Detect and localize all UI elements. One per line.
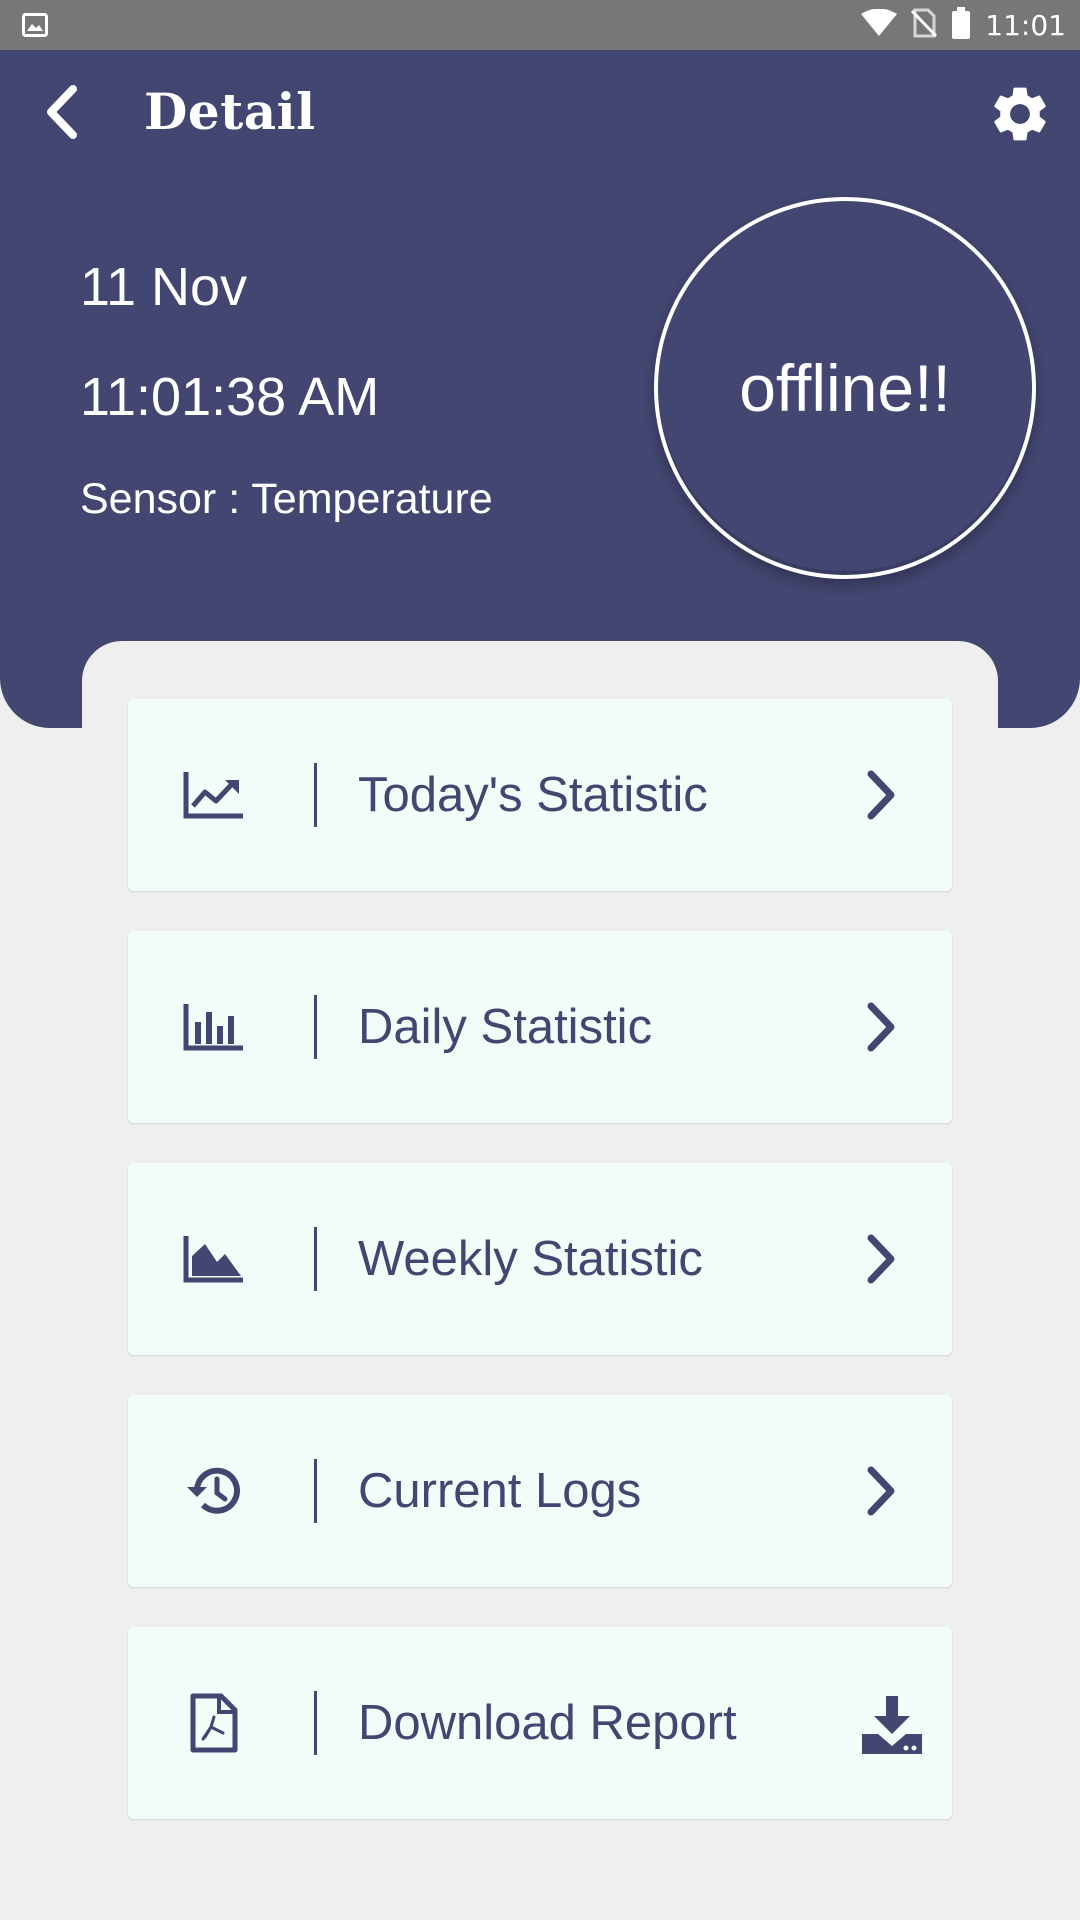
date-text: 11 Nov — [80, 257, 248, 317]
divider — [314, 763, 317, 827]
wifi-icon — [861, 8, 898, 42]
sensor-text: Sensor : Temperature — [80, 475, 493, 523]
chevron-right-icon — [856, 1227, 906, 1291]
divider — [314, 1459, 317, 1523]
back-arrow-icon — [43, 84, 79, 144]
menu-item-label: Download Report — [358, 1696, 737, 1750]
gear-icon — [987, 81, 1053, 152]
history-icon — [182, 1461, 246, 1521]
status-bar-time: 11:01 — [985, 8, 1066, 42]
status-circle: offline!! — [654, 197, 1036, 579]
no-sim-icon — [911, 8, 938, 43]
status-text: offline!! — [739, 351, 951, 425]
divider — [314, 995, 317, 1059]
menu-item-label: Today's Statistic — [358, 768, 708, 822]
divider — [314, 1691, 317, 1755]
menu-item-label: Daily Statistic — [358, 1000, 653, 1054]
menu-item-download-report[interactable]: Download Report — [128, 1627, 952, 1819]
settings-button[interactable] — [986, 82, 1054, 150]
gallery-icon — [22, 13, 48, 37]
page-title: Detail — [144, 82, 316, 141]
back-button[interactable] — [36, 84, 86, 144]
trending-chart-icon — [182, 765, 246, 825]
chevron-right-icon — [856, 995, 906, 1059]
bar-chart-icon — [182, 997, 246, 1057]
status-bar: 11:01 — [0, 0, 1080, 50]
menu-item-weekly-statistic[interactable]: Weekly Statistic — [128, 1163, 952, 1355]
menu-item-label: Weekly Statistic — [358, 1232, 703, 1286]
download-icon — [856, 1691, 928, 1759]
menu-item-todays-statistic[interactable]: Today's Statistic — [128, 699, 952, 891]
area-chart-icon — [182, 1229, 246, 1289]
menu-item-daily-statistic[interactable]: Daily Statistic — [128, 931, 952, 1123]
menu-item-label: Current Logs — [358, 1464, 642, 1518]
pdf-file-icon — [182, 1693, 246, 1753]
divider — [314, 1227, 317, 1291]
battery-icon — [951, 6, 971, 44]
chevron-right-icon — [856, 1459, 906, 1523]
menu-item-current-logs[interactable]: Current Logs — [128, 1395, 952, 1587]
time-text: 11:01:38 AM — [80, 367, 380, 427]
chevron-right-icon — [856, 763, 906, 827]
